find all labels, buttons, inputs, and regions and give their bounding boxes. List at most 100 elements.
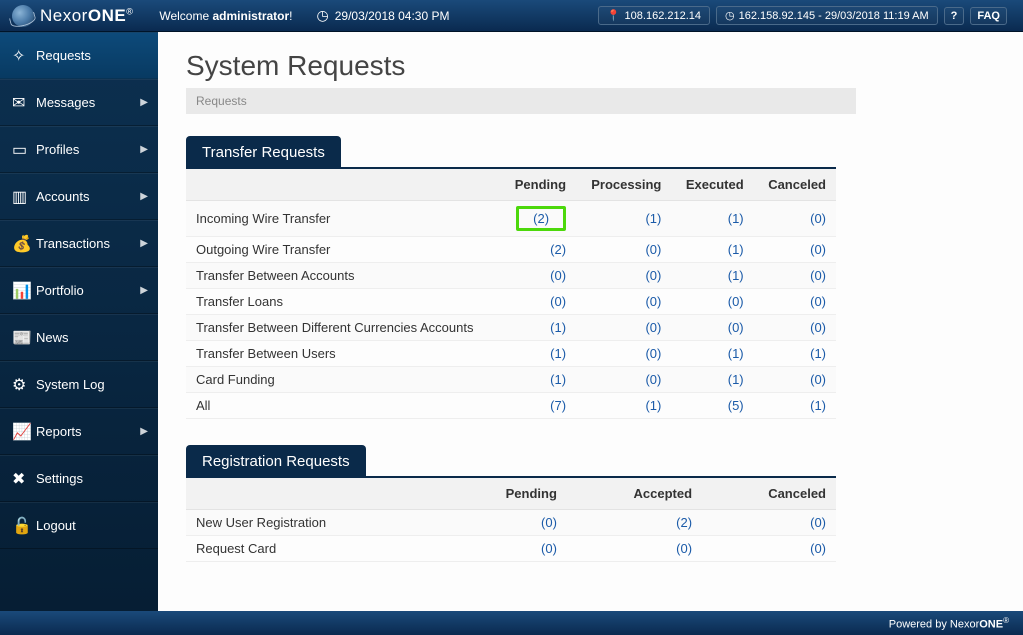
count-link[interactable]: (1) <box>645 211 661 226</box>
count-link[interactable]: (1) <box>728 211 744 226</box>
count-link[interactable]: (2) <box>676 515 692 530</box>
table-row: Transfer Loans (0) (0) (0) (0) <box>186 289 836 315</box>
sidebar-item-accounts[interactable]: ▥Accounts▶ <box>0 173 158 220</box>
count-link[interactable]: (0) <box>810 320 826 335</box>
row-label: Transfer Between Users <box>186 341 501 367</box>
count-cell: (0) <box>671 289 753 315</box>
count-cell: (0) <box>576 237 671 263</box>
clock-icon: ◷ <box>317 7 329 24</box>
count-link[interactable]: (0) <box>541 541 557 556</box>
count-cell: (0) <box>754 289 836 315</box>
count-cell: (0) <box>567 536 702 562</box>
count-cell: (0) <box>754 237 836 263</box>
sidebar-item-label: News <box>36 330 69 345</box>
row-label: Transfer Between Accounts <box>186 263 501 289</box>
table-row: Transfer Between Accounts (0) (0) (1) (0) <box>186 263 836 289</box>
count-link[interactable]: (0) <box>550 294 566 309</box>
sidebar-item-news[interactable]: 📰News <box>0 314 158 361</box>
count-link[interactable]: (0) <box>645 268 661 283</box>
sidebar-item-settings[interactable]: ✖Settings <box>0 455 158 502</box>
breadcrumb: Requests <box>186 88 856 114</box>
column-header: Canceled <box>702 478 836 510</box>
sidebar-item-label: Portfolio <box>36 283 84 298</box>
count-cell: (1) <box>576 393 671 419</box>
count-link[interactable]: (1) <box>550 346 566 361</box>
transfer-requests-tab[interactable]: Transfer Requests <box>186 136 341 167</box>
sidebar-item-label: Logout <box>36 518 76 533</box>
count-link[interactable]: (0) <box>810 372 826 387</box>
count-cell: (0) <box>501 289 576 315</box>
column-header <box>186 478 444 510</box>
count-link[interactable]: (0) <box>645 242 661 257</box>
count-link[interactable]: (1) <box>728 346 744 361</box>
count-link[interactable]: (0) <box>550 268 566 283</box>
count-cell: (0) <box>702 510 836 536</box>
row-label: Outgoing Wire Transfer <box>186 237 501 263</box>
count-link[interactable]: (0) <box>728 294 744 309</box>
count-cell: (0) <box>702 536 836 562</box>
row-label: Transfer Loans <box>186 289 501 315</box>
sidebar-item-transactions[interactable]: 💰Transactions ▶ <box>0 220 158 267</box>
count-link[interactable]: (0) <box>810 294 826 309</box>
chevron-right-icon: ▶ <box>140 238 148 249</box>
sidebar-item-profiles[interactable]: ▭Profiles▶ <box>0 126 158 173</box>
count-link[interactable]: (1) <box>728 268 744 283</box>
accounts-icon: ▥ <box>12 187 36 207</box>
count-link[interactable]: (0) <box>810 268 826 283</box>
sidebar-item-requests[interactable]: ✧Requests <box>0 32 158 79</box>
registration-requests-tab[interactable]: Registration Requests <box>186 445 366 476</box>
count-link[interactable]: (5) <box>728 398 744 413</box>
count-link[interactable]: (1) <box>645 398 661 413</box>
logout-icon: 🔓 <box>12 516 36 536</box>
row-label: Card Funding <box>186 367 501 393</box>
row-label: Transfer Between Different Currencies Ac… <box>186 315 501 341</box>
transactions-icon: 💰 <box>12 234 36 254</box>
count-link[interactable]: (0) <box>645 372 661 387</box>
count-link[interactable]: (0) <box>810 515 826 530</box>
profiles-icon: ▭ <box>12 140 36 160</box>
count-link[interactable]: (0) <box>728 320 744 335</box>
count-link[interactable]: (0) <box>810 242 826 257</box>
sidebar-item-system-log[interactable]: ⚙System Log <box>0 361 158 408</box>
count-link[interactable]: (2) <box>550 242 566 257</box>
faq-button[interactable]: FAQ <box>970 7 1007 25</box>
count-cell: (1) <box>671 341 753 367</box>
count-link[interactable]: (0) <box>645 320 661 335</box>
count-cell: (0) <box>501 263 576 289</box>
count-link[interactable]: (0) <box>810 211 826 226</box>
count-link[interactable]: (0) <box>541 515 557 530</box>
count-link[interactable]: (0) <box>810 541 826 556</box>
count-cell: (1) <box>501 341 576 367</box>
requests-icon: ✧ <box>12 46 36 66</box>
table-row: Card Funding (1) (0) (1) (0) <box>186 367 836 393</box>
sidebar-item-label: Transactions <box>36 236 110 251</box>
sidebar-item-logout[interactable]: 🔓Logout <box>0 502 158 549</box>
count-cell: (0) <box>576 341 671 367</box>
sidebar-item-messages[interactable]: ✉Messages▶ <box>0 79 158 126</box>
count-link[interactable]: (7) <box>550 398 566 413</box>
count-link[interactable]: (0) <box>676 541 692 556</box>
current-ip-chip[interactable]: 📍 108.162.212.14 <box>598 6 710 25</box>
table-row: All(7)(1)(5)(1) <box>186 393 836 419</box>
help-button[interactable]: ? <box>944 7 965 25</box>
sidebar-item-portfolio[interactable]: 📊Portfolio▶ <box>0 267 158 314</box>
sidebar-item-label: System Log <box>36 377 105 392</box>
last-session-chip[interactable]: ◷ 162.158.92.145 - 29/03/2018 11:19 AM <box>716 6 938 25</box>
count-link[interactable]: (1) <box>810 346 826 361</box>
reports-icon: 📈 <box>12 422 36 442</box>
count-cell: (0) <box>671 315 753 341</box>
sidebar-item-reports[interactable]: 📈Reports▶ <box>0 408 158 455</box>
count-link[interactable]: (1) <box>550 372 566 387</box>
count-link[interactable]: (1) <box>810 398 826 413</box>
count-link[interactable]: (1) <box>550 320 566 335</box>
count-link[interactable]: (0) <box>645 346 661 361</box>
column-header: Processing <box>576 169 671 201</box>
footer: Powered by NexorONE® <box>0 611 1023 635</box>
count-link[interactable]: (2) <box>533 211 549 226</box>
count-link[interactable]: (1) <box>728 372 744 387</box>
chevron-right-icon: ▶ <box>140 285 148 296</box>
chevron-right-icon: ▶ <box>140 97 148 108</box>
count-link[interactable]: (0) <box>645 294 661 309</box>
sidebar-item-label: Messages <box>36 95 95 110</box>
count-link[interactable]: (1) <box>728 242 744 257</box>
